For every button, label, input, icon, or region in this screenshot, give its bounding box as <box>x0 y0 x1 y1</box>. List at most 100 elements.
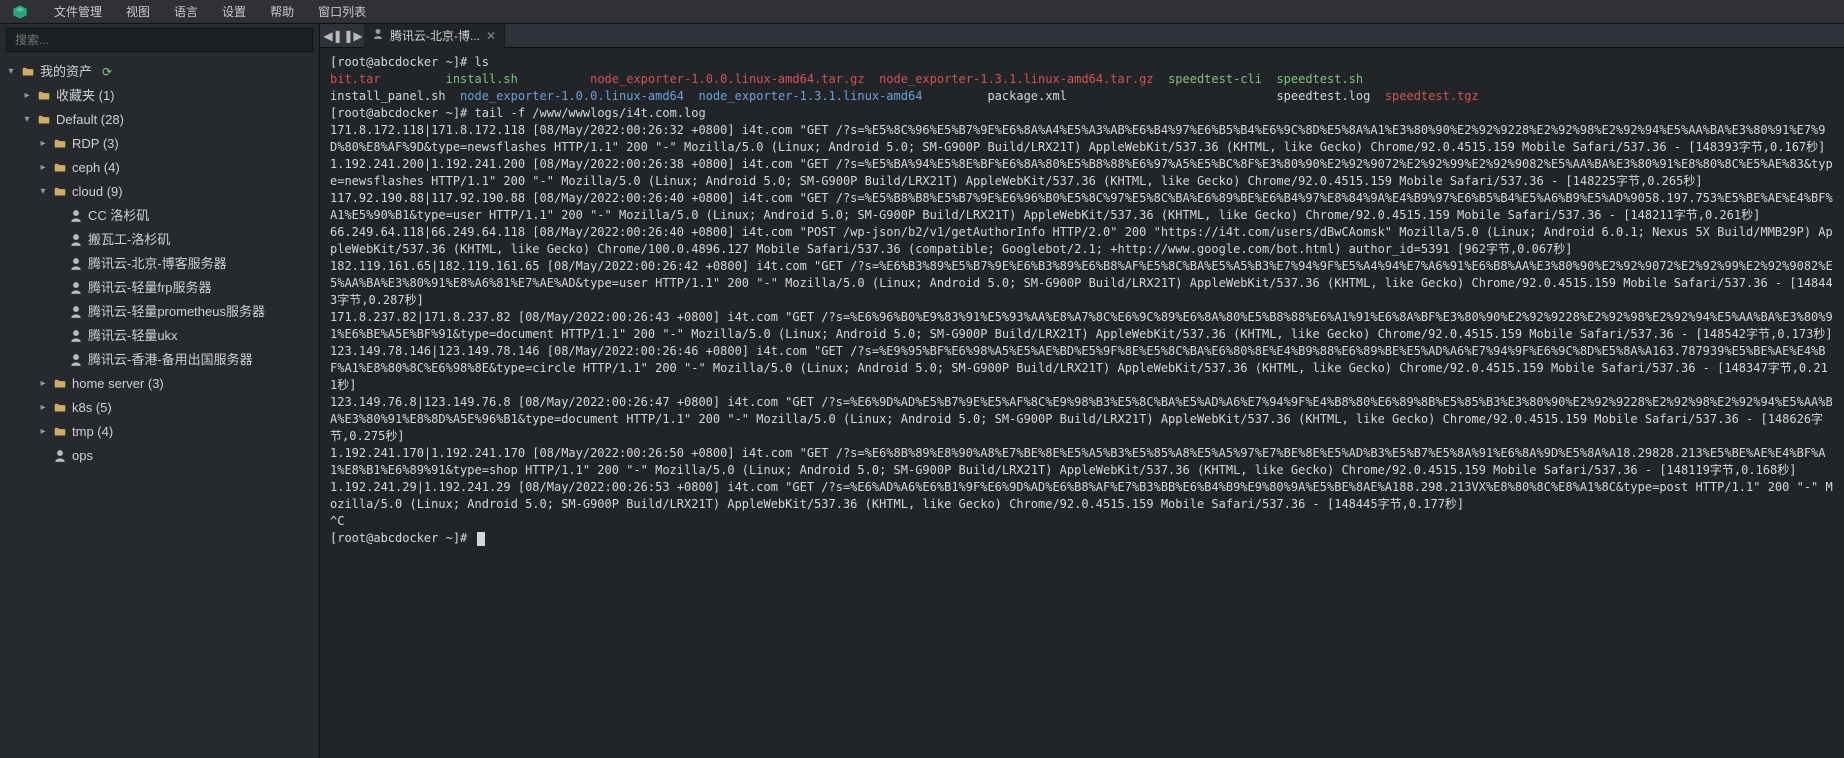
menubar: 文件管理 视图 语言 设置 帮助 窗口列表 <box>0 0 1844 24</box>
ls-entry: speedtest.log <box>1276 89 1384 103</box>
folder-icon <box>52 400 68 416</box>
tree-item-label: 腾讯云-香港-备用出国服务器 <box>88 350 253 370</box>
ls-entry: package.xml <box>987 89 1276 103</box>
folder-icon <box>36 112 52 128</box>
tree-folder-item[interactable]: ▸ 收藏夹 (1) <box>0 84 319 108</box>
ls-entry: node_exporter-1.3.1.linux-amd64 <box>698 89 987 103</box>
linux-icon <box>68 304 84 320</box>
linux-icon <box>68 208 84 224</box>
linux-icon <box>68 328 84 344</box>
tree-folder-item[interactable]: ▸ k8s (5) <box>0 396 319 420</box>
asset-tree: ▾ 我的资产 ⟳ ▸ 收藏夹 (1) ▾ Default (28) ▸ RDP (3) ▸ ceph… <box>0 56 319 758</box>
shell-prompt: [root@abcdocker ~]# <box>330 55 475 69</box>
tree-item-label: k8s (5) <box>72 398 112 418</box>
folder-icon <box>36 88 52 104</box>
shell-prompt: [root@abcdocker ~]# <box>330 106 475 120</box>
expand-arrow-icon[interactable]: ▾ <box>38 182 48 202</box>
tab-label: 腾讯云-北京-博... <box>390 27 480 44</box>
folder-icon <box>52 184 68 200</box>
search-input[interactable] <box>6 28 313 52</box>
tree-item-label: ops <box>72 446 93 466</box>
terminal-cursor <box>477 532 485 546</box>
cmd-tail: tail -f /www/wwwlogs/i4t.com.log <box>475 106 706 120</box>
refresh-icon[interactable]: ⟳ <box>102 62 112 82</box>
tree-host-item[interactable]: 搬瓦工-洛杉矶 <box>0 228 319 252</box>
tree-item-label: 搬瓦工-洛杉矶 <box>88 230 170 250</box>
log-line: 117.92.190.88|117.92.190.88 [08/May/2022… <box>330 191 1833 222</box>
shell-prompt: [root@abcdocker ~]# <box>330 531 475 545</box>
linux-icon <box>68 280 84 296</box>
tree-item-label: 腾讯云-轻量ukx <box>88 326 178 346</box>
tree-folder-item[interactable]: ▸ home server (3) <box>0 372 319 396</box>
ls-entry: speedtest.tgz <box>1385 89 1479 103</box>
tree-host-item[interactable]: ops <box>0 444 319 468</box>
tree-host-item[interactable]: 腾讯云-香港-备用出国服务器 <box>0 348 319 372</box>
tree-item-label: RDP (3) <box>72 134 119 154</box>
tree-item-label: Default (28) <box>56 110 124 130</box>
expand-arrow-icon[interactable]: ▸ <box>38 398 48 418</box>
ls-entry: node_exporter-1.3.1.linux-amd64.tar.gz <box>879 72 1168 86</box>
tree-item-label: 我的资产 <box>40 62 92 82</box>
log-line: 171.8.237.82|171.8.237.82 [08/May/2022:0… <box>330 310 1833 341</box>
linux-icon <box>68 256 84 272</box>
folder-icon <box>20 64 36 80</box>
tree-item-label: tmp (4) <box>72 422 113 442</box>
expand-arrow-icon[interactable]: ▸ <box>22 86 32 106</box>
menu-file-mgmt[interactable]: 文件管理 <box>54 0 102 24</box>
expand-arrow-icon[interactable]: ▾ <box>22 110 32 130</box>
menu-settings[interactable]: 设置 <box>222 0 246 24</box>
tab-close-icon[interactable]: ✕ <box>486 29 496 43</box>
log-line: 171.8.172.118|171.8.172.118 [08/May/2022… <box>330 123 1826 154</box>
tree-host-item[interactable]: 腾讯云-轻量ukx <box>0 324 319 348</box>
tree-item-label: 收藏夹 (1) <box>56 86 115 106</box>
tree-item-label: CC 洛杉矶 <box>88 206 149 226</box>
tree-folder-item[interactable]: ▸ tmp (4) <box>0 420 319 444</box>
expand-arrow-icon[interactable]: ▸ <box>38 158 48 178</box>
expand-arrow-icon[interactable]: ▸ <box>38 374 48 394</box>
tree-host-item[interactable]: 腾讯云-轻量prometheus服务器 <box>0 300 319 324</box>
folder-icon <box>52 160 68 176</box>
cmd-ls: ls <box>475 55 489 69</box>
ls-entry: bit.tar <box>330 72 446 86</box>
expand-arrow-icon[interactable]: ▸ <box>38 134 48 154</box>
tree-folder-item[interactable]: ▸ ceph (4) <box>0 156 319 180</box>
menu-window-list[interactable]: 窗口列表 <box>318 0 366 24</box>
log-line: 182.119.161.65|182.119.161.65 [08/May/20… <box>330 259 1833 307</box>
tree-folder-item[interactable]: ▸ RDP (3) <box>0 132 319 156</box>
menu-language[interactable]: 语言 <box>174 0 198 24</box>
tree-item-label: 腾讯云-轻量prometheus服务器 <box>88 302 265 322</box>
tree-item-label: ceph (4) <box>72 158 120 178</box>
ls-entry: install_panel.sh <box>330 89 460 103</box>
tree-host-item[interactable]: CC 洛杉矶 <box>0 204 319 228</box>
linux-icon <box>68 232 84 248</box>
folder-icon <box>52 376 68 392</box>
tree-folder-item[interactable]: ▾ Default (28) <box>0 108 319 132</box>
menu-help[interactable]: 帮助 <box>270 0 294 24</box>
content-area: ◀❚ ❚▶ 腾讯云-北京-博... ✕ [root@abcdocker ~]# … <box>320 24 1844 758</box>
tab-session[interactable]: 腾讯云-北京-博... ✕ <box>364 24 505 48</box>
tree-root-item[interactable]: ▾ 我的资产 ⟳ <box>0 60 319 84</box>
tab-bar: ◀❚ ❚▶ 腾讯云-北京-博... ✕ <box>320 24 1844 48</box>
app-logo-icon <box>10 0 30 24</box>
ls-entry: speedtest.sh <box>1276 72 1363 86</box>
tree-host-item[interactable]: 腾讯云-轻量frp服务器 <box>0 276 319 300</box>
tree-item-label: home server (3) <box>72 374 164 394</box>
linux-icon <box>68 352 84 368</box>
tab-drag-left-icon[interactable]: ◀❚ <box>324 27 342 45</box>
log-line: 123.149.76.8|123.149.76.8 [08/May/2022:0… <box>330 395 1833 443</box>
folder-icon <box>52 424 68 440</box>
log-line: 1.192.241.29|1.192.241.29 [08/May/2022:0… <box>330 480 1833 511</box>
tree-host-item[interactable]: 腾讯云-北京-博客服务器 <box>0 252 319 276</box>
tree-folder-item[interactable]: ▾cloud (9) <box>0 180 319 204</box>
menu-view[interactable]: 视图 <box>126 0 150 24</box>
linux-icon <box>372 28 384 43</box>
asset-sidebar: ▾ 我的资产 ⟳ ▸ 收藏夹 (1) ▾ Default (28) ▸ RDP (3) ▸ ceph… <box>0 24 320 758</box>
log-line: 66.249.64.118|66.249.64.118 [08/May/2022… <box>330 225 1833 256</box>
expand-arrow-icon[interactable]: ▾ <box>6 62 16 82</box>
folder-icon <box>52 136 68 152</box>
tab-drag-right-icon[interactable]: ❚▶ <box>344 27 362 45</box>
search-wrapper <box>0 24 319 56</box>
log-line: 1.192.241.170|1.192.241.170 [08/May/2022… <box>330 446 1826 477</box>
terminal[interactable]: [root@abcdocker ~]# ls bit.tar install.s… <box>320 48 1844 758</box>
expand-arrow-icon[interactable]: ▸ <box>38 422 48 442</box>
